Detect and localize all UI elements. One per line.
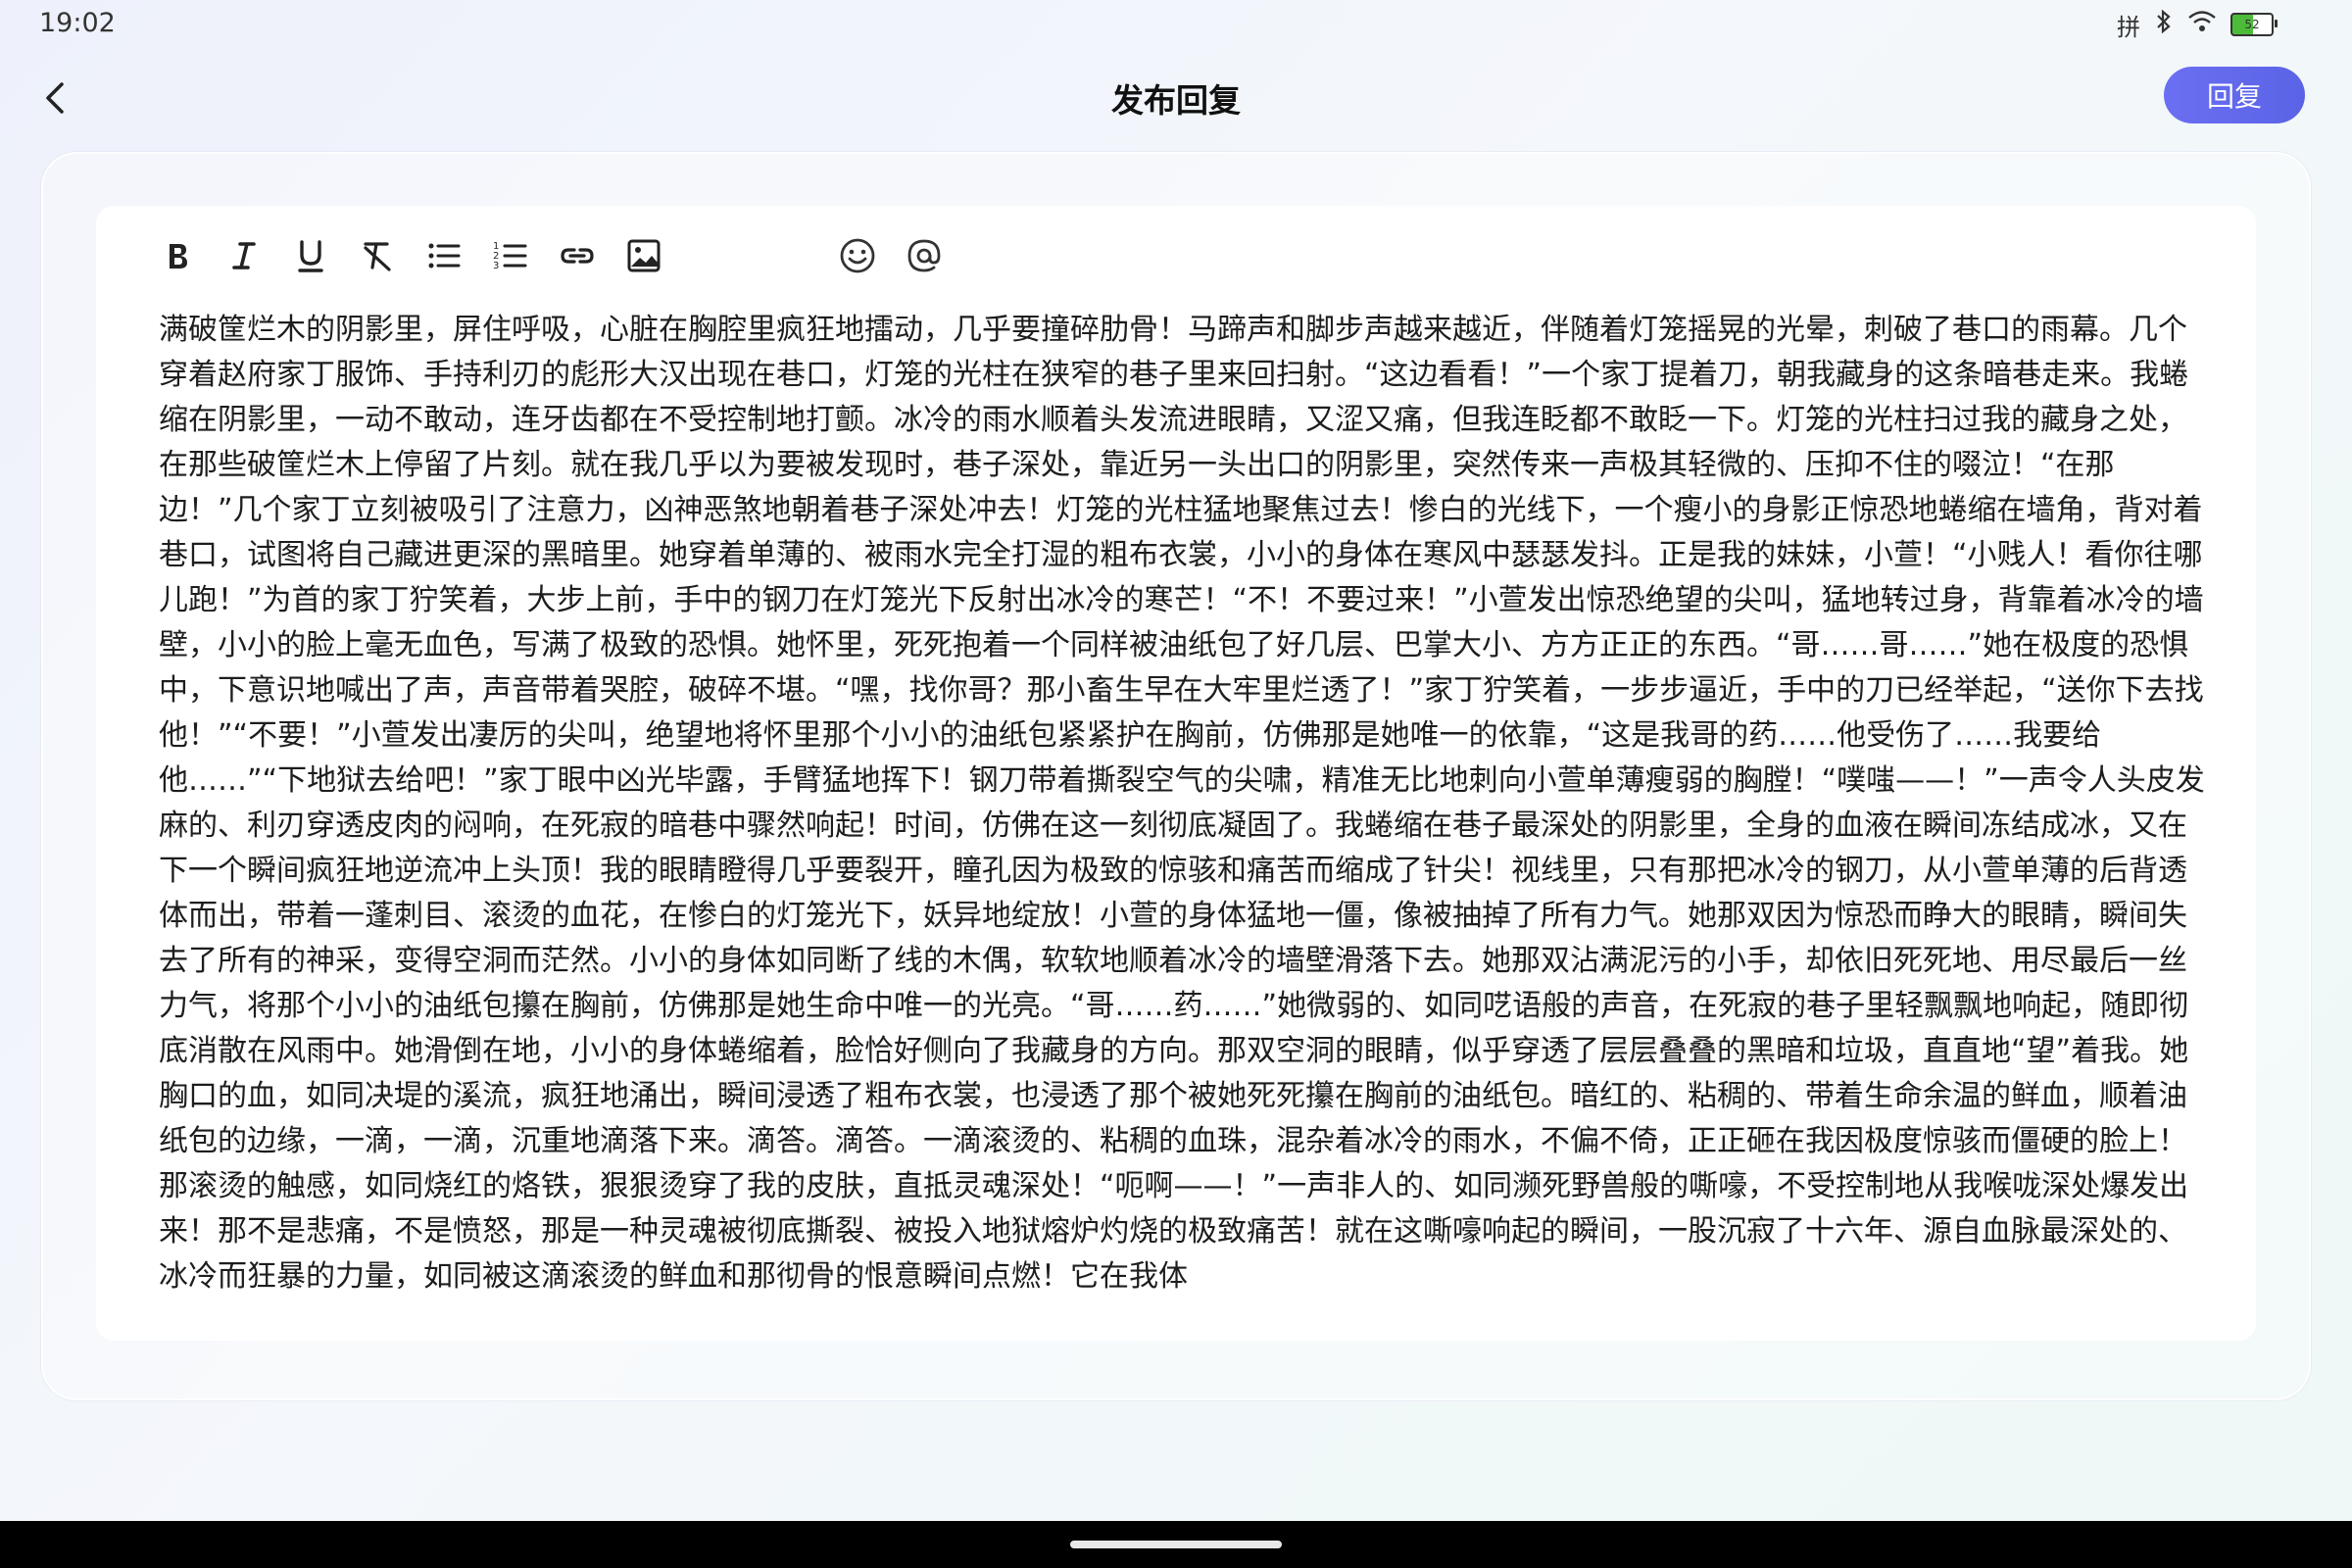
navigation-bar (0, 1521, 2352, 1568)
mention-button[interactable] (900, 231, 949, 280)
svg-text:3: 3 (493, 261, 499, 271)
input-method-indicator: 拼 (2117, 13, 2140, 41)
image-button[interactable] (619, 231, 668, 280)
numbered-list-button[interactable]: 123 (486, 231, 535, 280)
status-time: 19:02 (39, 8, 116, 38)
link-button[interactable] (553, 231, 602, 280)
link-icon (561, 248, 594, 264)
clear-format-icon (364, 242, 391, 271)
bluetooth-icon (2154, 9, 2174, 40)
formatting-toolbar: 123 (153, 231, 2113, 290)
status-icons: 拼 52 (2117, 8, 2278, 41)
home-indicator[interactable] (1070, 1541, 1282, 1548)
bullet-list-button[interactable] (419, 231, 468, 280)
header: 发布回复 回复 (0, 59, 2352, 137)
image-icon (627, 239, 661, 272)
reply-button[interactable]: 回复 (2164, 67, 2305, 123)
mention-icon (907, 239, 941, 272)
italic-icon (232, 242, 256, 270)
bold-button[interactable] (153, 231, 202, 280)
rich-text-editor[interactable]: 123 满破筐烂木的阴影里，屏住呼吸，心脏在胸腔里疯狂地擂动，几乎要撞碎肋骨！马… (96, 206, 2256, 1341)
emoji-icon (840, 238, 875, 273)
wifi-icon (2187, 9, 2217, 40)
numbered-list-icon: 123 (493, 241, 527, 271)
battery-icon: 52 (2230, 13, 2278, 36)
page-title: 发布回复 (1111, 81, 1241, 120)
battery-level: 52 (2244, 18, 2260, 31)
editor-content[interactable]: 满破筐烂木的阴影里，屏住呼吸，心脏在胸腔里疯狂地擂动，几乎要撞碎肋骨！马蹄声和脚… (159, 308, 2207, 1299)
underline-button[interactable] (286, 231, 335, 280)
emoji-button[interactable] (833, 231, 882, 280)
clear-format-button[interactable] (353, 231, 402, 280)
status-bar: 19:02 拼 52 (0, 0, 2352, 49)
bullet-list-icon (428, 243, 461, 269)
bold-icon (170, 244, 187, 269)
italic-button[interactable] (220, 231, 269, 280)
underline-icon (298, 240, 323, 272)
